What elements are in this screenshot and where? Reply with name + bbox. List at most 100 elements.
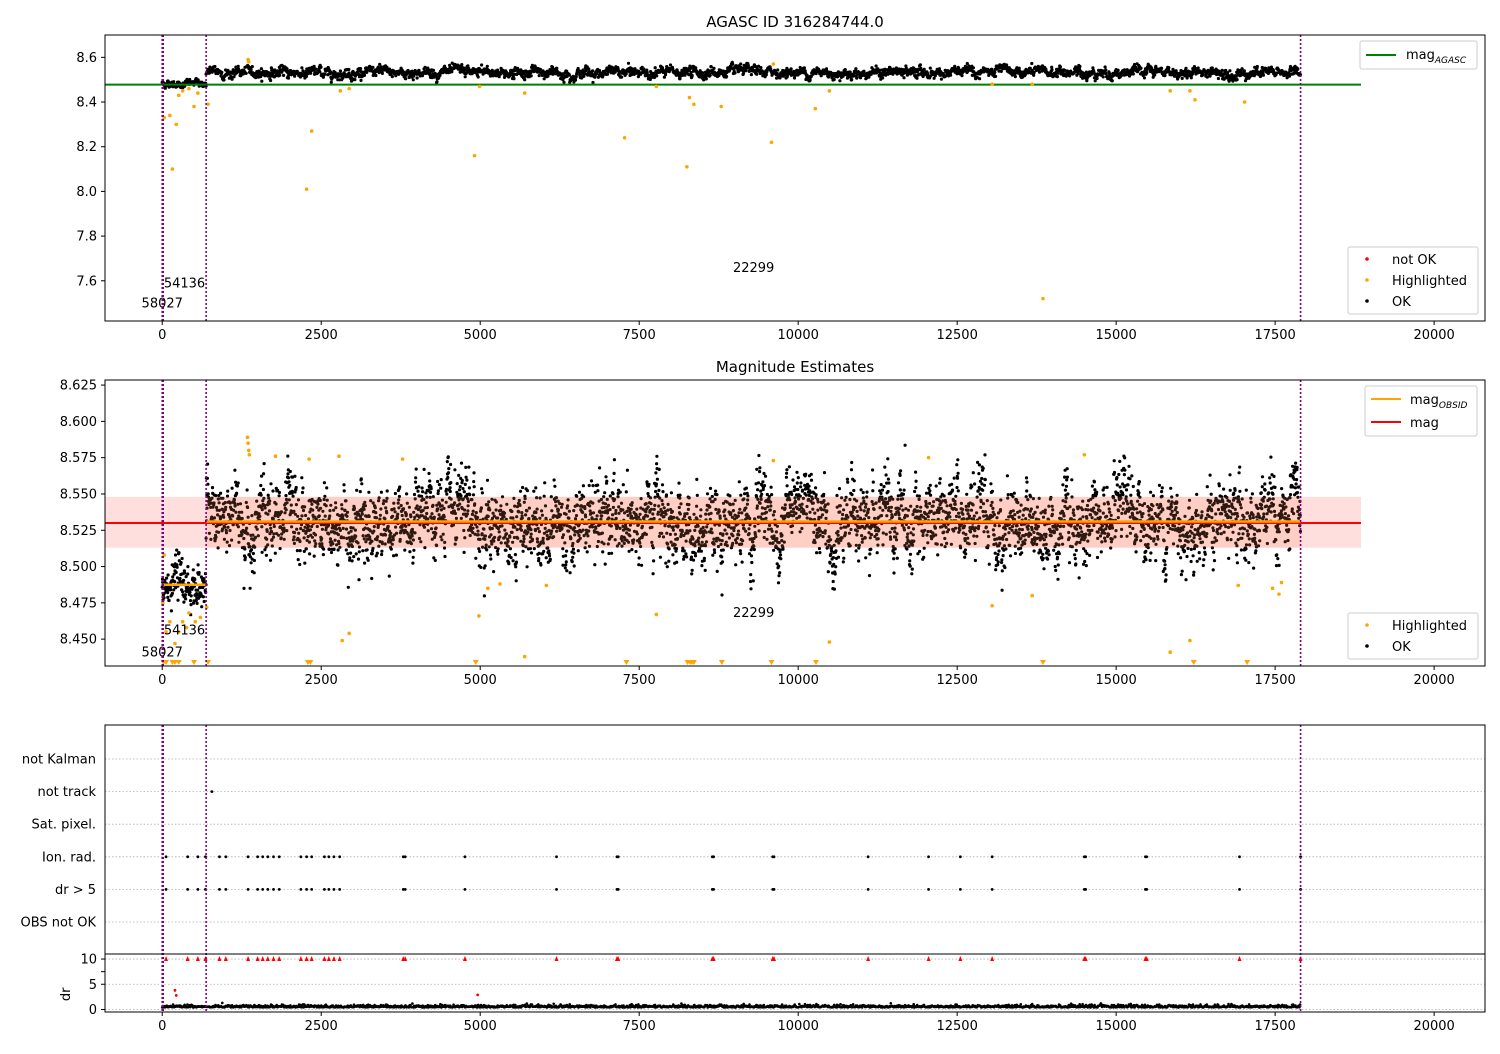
ok-point: [562, 81, 565, 84]
ok-point: [251, 65, 254, 68]
ok-point: [460, 462, 463, 465]
ok-point: [395, 554, 398, 557]
x-tick-label: 7500: [623, 328, 656, 343]
ok-point: [347, 68, 350, 71]
ok-point: [445, 493, 448, 496]
ok-point: [360, 482, 363, 485]
ok-point: [459, 494, 462, 497]
ok-point: [413, 493, 416, 496]
legend-ok: OK: [1392, 295, 1411, 310]
ok-point: [1050, 68, 1053, 71]
ok-point: [530, 551, 533, 554]
ok-point: [460, 63, 463, 66]
ok-point: [626, 469, 629, 472]
x-tick-label: 15000: [1095, 328, 1136, 343]
highlighted-point: [770, 140, 774, 144]
ok-point: [515, 579, 518, 582]
ok-point: [404, 77, 407, 80]
ok-point: [250, 68, 253, 71]
ok-point: [253, 571, 256, 574]
ok-point: [237, 65, 240, 68]
ok-point: [184, 593, 187, 596]
ok-point: [596, 484, 599, 487]
ok-point: [297, 558, 300, 561]
ok-point: [610, 552, 613, 555]
highlighted-point: [1243, 100, 1247, 104]
ok-point: [496, 553, 499, 556]
ok-point: [1236, 78, 1239, 81]
ok-point: [322, 548, 325, 551]
ok-point: [449, 463, 452, 466]
ok-point: [456, 482, 459, 485]
ok-point: [1139, 67, 1142, 70]
ok-point: [295, 486, 298, 489]
ok-point: [523, 78, 526, 81]
ok-point: [850, 78, 853, 81]
ok-point: [250, 561, 253, 564]
highlighted-point: [655, 85, 659, 89]
ok-point: [374, 74, 377, 77]
ok-point: [849, 71, 852, 74]
ok-point: [170, 609, 173, 612]
highlighted-point: [338, 89, 342, 93]
ok-point: [269, 482, 272, 485]
ok-point: [386, 489, 389, 492]
ok-point: [322, 553, 325, 556]
ok-point: [432, 69, 435, 72]
ok-point: [515, 561, 518, 564]
ok-point: [287, 480, 290, 483]
obs-label: 58027: [142, 297, 183, 312]
ok-point: [485, 548, 488, 551]
ok-point: [458, 488, 461, 491]
ok-point: [301, 491, 304, 494]
ok-point: [196, 602, 199, 605]
ok-point: [627, 62, 630, 65]
ok-point: [548, 554, 551, 557]
ok-point: [182, 601, 185, 604]
ok-point: [380, 550, 383, 553]
ok-point: [468, 493, 471, 496]
ok-point: [929, 67, 932, 70]
ok-point: [568, 74, 571, 77]
ok-point: [1014, 75, 1017, 78]
ok-point: [173, 580, 176, 583]
ok-point: [902, 76, 905, 79]
ok-point: [351, 559, 354, 562]
ok-point: [394, 492, 397, 495]
ok-point: [526, 489, 529, 492]
ok-point: [296, 549, 299, 552]
ok-point: [300, 66, 303, 69]
y-tick-label: 8.0: [76, 185, 97, 200]
ok-point: [359, 67, 362, 70]
ok-point: [211, 486, 214, 489]
highlighted-point: [523, 91, 527, 95]
ok-point: [463, 551, 466, 554]
ok-point: [577, 549, 580, 552]
ok-point: [358, 550, 361, 553]
ok-point: [519, 490, 522, 493]
ok-point: [539, 563, 542, 566]
ok-point: [202, 577, 205, 580]
highlighted-point: [171, 167, 175, 171]
ok-point: [289, 470, 292, 473]
ok-point: [414, 476, 417, 479]
ok-point: [511, 559, 514, 562]
ok-point: [891, 73, 894, 76]
ok-point: [449, 486, 452, 489]
ok-point: [286, 455, 289, 458]
ok-point: [437, 489, 440, 492]
ok-point: [854, 67, 857, 70]
ok-point: [750, 73, 753, 76]
y-tick-label: 8.4: [76, 96, 97, 111]
ok-point: [190, 594, 193, 597]
ok-point: [647, 483, 650, 486]
ok-point: [430, 487, 433, 490]
highlighted-point: [196, 91, 200, 95]
ok-point: [1181, 77, 1184, 80]
ok-point: [638, 556, 641, 559]
ok-point: [319, 66, 322, 69]
ok-point: [1050, 66, 1053, 69]
ok-point: [188, 591, 191, 594]
x-tick-label: 5000: [464, 328, 497, 343]
ok-point: [571, 560, 574, 563]
